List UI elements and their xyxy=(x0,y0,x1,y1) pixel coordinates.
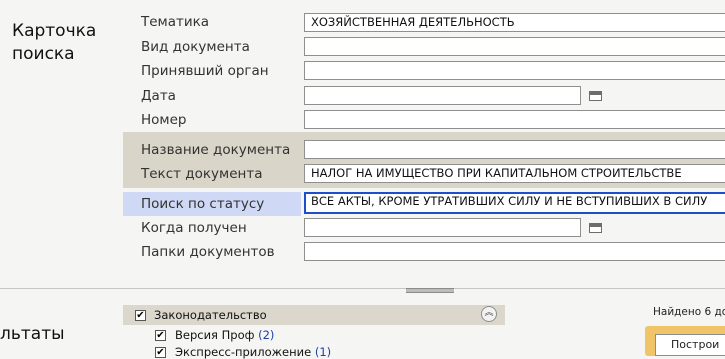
tree-group-label: Законодательство xyxy=(154,308,267,322)
search-card-title-line2: поиска xyxy=(12,44,75,64)
search-card-title: Карточка поиска xyxy=(12,20,96,66)
field-label-document-name: Название документа xyxy=(141,142,291,158)
status-search-field[interactable]: ВСЕ АКТЫ, КРОМЕ УТРАТИВШИХ СИЛУ И НЕ ВСТ… xyxy=(304,192,725,214)
panel-splitter-handle[interactable] xyxy=(406,288,454,293)
tree-item-label: Экспресс-приложение xyxy=(175,345,312,359)
tree-item-count[interactable]: (1) xyxy=(315,345,331,359)
field-label-received-date: Когда получен xyxy=(141,220,247,236)
build-list-button-frame: Построи xyxy=(645,326,725,356)
document-folders-field[interactable] xyxy=(304,242,725,261)
results-heading: льтаты xyxy=(0,324,65,344)
tree-item-count[interactable]: (2) xyxy=(258,328,274,342)
calendar-icon[interactable] xyxy=(589,223,602,233)
calendar-icon[interactable] xyxy=(589,91,602,101)
field-label-document-text: Текст документа xyxy=(141,166,263,182)
field-label-topic: Тематика xyxy=(141,14,210,30)
topic-field[interactable]: ХОЗЯЙСТВЕННАЯ ДЕЯТЕЛЬНОСТЬ xyxy=(304,13,725,32)
section-divider xyxy=(0,288,725,289)
document-name-field[interactable] xyxy=(304,140,725,159)
number-field[interactable] xyxy=(304,110,725,129)
document-text-field[interactable]: НАЛОГ НА ИМУЩЕСТВО ПРИ КАПИТАЛЬНОМ СТРОИ… xyxy=(304,164,725,183)
field-label-document-folders: Папки документов xyxy=(141,244,275,260)
checkbox-checked-icon[interactable]: ✔ xyxy=(155,330,166,341)
field-label-date: Дата xyxy=(141,88,176,104)
tree-item[interactable]: Экспресс-приложение (1) xyxy=(175,345,331,359)
document-type-field[interactable] xyxy=(304,37,725,56)
collapse-up-icon[interactable]: ︽ xyxy=(481,306,497,322)
build-list-button[interactable]: Построи xyxy=(655,334,725,356)
date-field[interactable] xyxy=(304,86,581,105)
search-card-title-line1: Карточка xyxy=(12,21,97,41)
tree-item-label: Версия Проф xyxy=(175,328,255,342)
field-label-status-search: Поиск по статусу xyxy=(141,196,265,212)
checkbox-checked-icon[interactable]: ✔ xyxy=(155,347,166,358)
issuing-authority-field[interactable] xyxy=(304,61,725,80)
field-label-document-type: Вид документа xyxy=(141,39,250,55)
field-label-number: Номер xyxy=(141,112,187,128)
field-label-issuing-authority: Принявший орган xyxy=(141,63,269,79)
tree-item[interactable]: Версия Проф (2) xyxy=(175,328,274,342)
found-count-text: Найдено 6 до xyxy=(653,306,725,318)
checkbox-checked-icon[interactable]: ✔ xyxy=(135,310,146,321)
received-date-field[interactable] xyxy=(304,218,581,237)
